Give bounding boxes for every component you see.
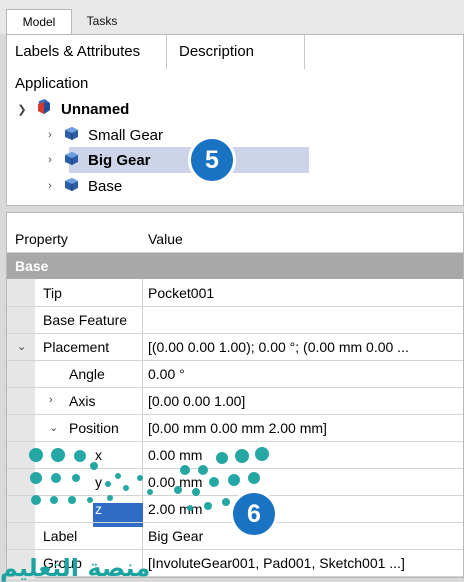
chevron-down-icon[interactable]: ⌄: [49, 421, 58, 434]
watermark-text: منصة التعليم: [0, 554, 151, 582]
chevron-right-icon[interactable]: ›: [43, 180, 57, 192]
property-row-tip[interactable]: Tip Pocket001: [7, 280, 463, 307]
property-row-base-feature[interactable]: Base Feature: [7, 307, 463, 334]
property-value[interactable]: [InvoluteGear001, Pad001, Sketch001 ...]: [148, 555, 405, 571]
chevron-right-icon[interactable]: ›: [43, 154, 57, 166]
property-row-axis[interactable]: › Axis [0.00 0.00 1.00]: [7, 388, 463, 415]
property-row-position[interactable]: ⌄ Position [0.00 mm 0.00 mm 2.00 mm]: [7, 415, 463, 442]
part-icon: [63, 150, 80, 171]
tree-item-label: Small Gear: [88, 126, 164, 144]
part-icon: [63, 176, 80, 197]
property-row-x[interactable]: x 0.00 mm: [7, 442, 463, 469]
tab-bar: Model Tasks: [0, 0, 464, 34]
subtab-bar: Labels & Attributes Description: [7, 35, 463, 69]
property-group-base[interactable]: Base: [7, 253, 463, 279]
tree-item-small-gear[interactable]: › Small Gear: [43, 123, 163, 147]
tab-description[interactable]: Description: [169, 35, 305, 69]
application-heading: Application: [15, 75, 89, 92]
step-badge-5: 5: [188, 136, 236, 184]
property-name: Axis: [69, 393, 96, 409]
step-badge-6: 6: [230, 490, 278, 538]
property-name: Label: [43, 528, 78, 544]
property-name: y: [95, 474, 102, 490]
tree-item-unnamed[interactable]: ❯ Unnamed: [15, 97, 129, 121]
tree-root-label: Unnamed: [61, 100, 130, 118]
tree-panel: Labels & Attributes Description Applicat…: [6, 34, 464, 206]
property-value[interactable]: [(0.00 0.00 1.00); 0.00 °; (0.00 mm 0.00…: [148, 339, 409, 355]
property-value[interactable]: [0.00 mm 0.00 mm 2.00 mm]: [148, 420, 327, 436]
property-row-placement[interactable]: ⌄ Placement [(0.00 0.00 1.00); 0.00 °; (…: [7, 334, 463, 361]
property-name: Position: [69, 420, 119, 436]
chevron-right-icon[interactable]: ›: [43, 129, 57, 141]
part-icon: [63, 125, 80, 146]
property-row-y[interactable]: y 0.00 mm: [7, 469, 463, 496]
document-icon: [35, 98, 53, 120]
property-name: x: [95, 447, 102, 463]
column-header-value: Value: [148, 231, 183, 247]
chevron-right-icon[interactable]: ›: [49, 394, 53, 406]
property-name: Tip: [43, 285, 62, 301]
tab-model[interactable]: Model: [6, 9, 72, 34]
property-table-header: Property Value: [7, 213, 463, 253]
property-row-angle[interactable]: Angle 0.00 °: [7, 361, 463, 388]
tree-item-big-gear[interactable]: › Big Gear: [43, 148, 151, 172]
property-name: Base Feature: [43, 312, 128, 328]
property-value[interactable]: 2.00 mm: [148, 501, 202, 517]
property-name: Angle: [69, 366, 105, 382]
property-name: Placement: [43, 339, 110, 355]
tree-item-base[interactable]: › Base: [43, 174, 122, 198]
chevron-down-icon[interactable]: ⌄: [17, 340, 26, 353]
column-header-property: Property: [15, 231, 68, 247]
property-name: z: [95, 501, 102, 517]
property-value[interactable]: 0.00 mm: [148, 447, 202, 463]
property-value[interactable]: [0.00 0.00 1.00]: [148, 393, 245, 409]
tree-item-label: Base: [88, 177, 123, 195]
tree-item-label: Big Gear: [88, 151, 151, 169]
property-value[interactable]: 0.00 °: [148, 366, 185, 382]
property-value[interactable]: 0.00 mm: [148, 474, 202, 490]
property-value[interactable]: Big Gear: [148, 528, 203, 544]
chevron-down-icon[interactable]: ❯: [15, 103, 29, 116]
tab-labels-attributes[interactable]: Labels & Attributes: [7, 35, 167, 69]
property-value[interactable]: Pocket001: [148, 285, 214, 301]
tab-tasks[interactable]: Tasks: [72, 9, 132, 34]
